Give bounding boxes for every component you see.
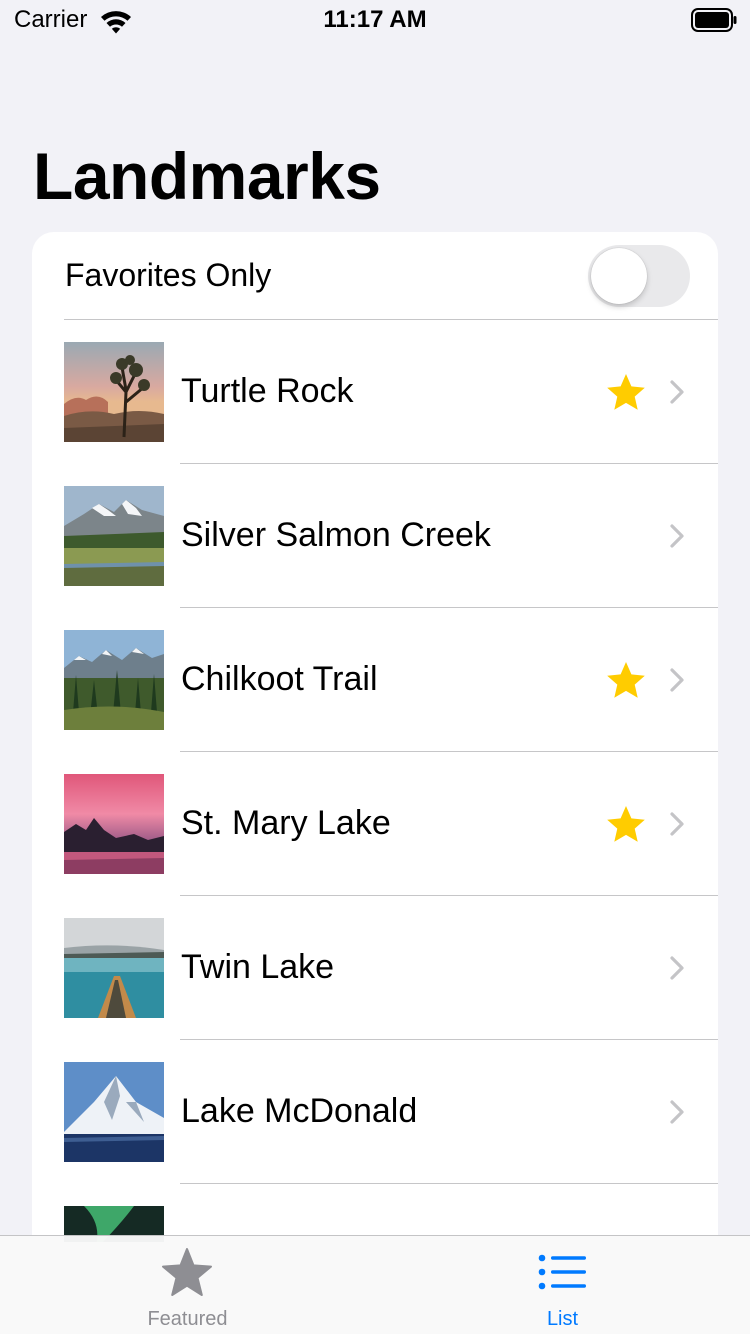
page-title: Landmarks — [33, 139, 381, 213]
status-bar: Carrier 11:17 AM — [0, 0, 750, 40]
favorites-only-row: Favorites Only — [32, 232, 718, 320]
tab-bar: Featured List — [0, 1235, 750, 1334]
favorites-only-label: Favorites Only — [65, 257, 272, 293]
landmark-row-turtle-rock[interactable]: Turtle Rock — [32, 320, 718, 464]
tab-featured[interactable]: Featured — [0, 1236, 375, 1334]
landmark-list: Favorites Only Turtle Rock Silver Salmon… — [32, 232, 718, 1242]
landmark-thumbnail — [64, 1062, 164, 1162]
landmark-row-partial[interactable] — [32, 1184, 718, 1242]
tab-label: Featured — [147, 1308, 228, 1330]
chevron-right-icon — [670, 380, 684, 404]
chevron-right-icon — [670, 668, 684, 692]
toggle-knob — [591, 248, 647, 304]
landmark-thumbnail — [64, 774, 164, 874]
landmark-name: Silver Salmon Creek — [181, 516, 491, 554]
landmark-name: Twin Lake — [181, 948, 335, 986]
landmark-row-twin-lake[interactable]: Twin Lake — [32, 896, 718, 1040]
landmarks-screen: Carrier 11:17 AM Landmarks Favorites Onl… — [0, 0, 750, 1334]
landmark-row-st-mary-lake[interactable]: St. Mary Lake — [32, 752, 718, 896]
favorite-star-icon — [607, 374, 645, 410]
landmark-row-chilkoot-trail[interactable]: Chilkoot Trail — [32, 608, 718, 752]
chevron-right-icon — [670, 956, 684, 980]
chevron-right-icon — [670, 812, 684, 836]
tab-label: List — [546, 1308, 579, 1330]
clock: 11:17 AM — [323, 6, 427, 33]
landmark-name: Lake McDonald — [181, 1092, 418, 1130]
list-bullet-icon — [538, 1254, 586, 1290]
landmark-thumbnail — [64, 918, 164, 1018]
landmark-thumbnail — [64, 630, 164, 730]
favorite-star-icon — [607, 662, 645, 698]
favorites-only-toggle[interactable] — [588, 245, 690, 307]
landmark-thumbnail — [64, 486, 164, 586]
favorite-star-icon — [607, 806, 645, 842]
tab-list[interactable]: List — [375, 1236, 750, 1334]
landmark-row-silver-salmon-creek[interactable]: Silver Salmon Creek — [32, 464, 718, 608]
chevron-right-icon — [670, 524, 684, 548]
landmark-name: Turtle Rock — [181, 372, 354, 410]
star-fill-icon — [162, 1248, 212, 1296]
landmark-row-lake-mcdonald[interactable]: Lake McDonald — [32, 1040, 718, 1184]
landmark-name: St. Mary Lake — [181, 804, 391, 842]
chevron-right-icon — [670, 1100, 684, 1124]
landmark-thumbnail — [64, 342, 164, 442]
landmark-name: Chilkoot Trail — [181, 660, 378, 698]
battery-icon — [691, 8, 737, 32]
